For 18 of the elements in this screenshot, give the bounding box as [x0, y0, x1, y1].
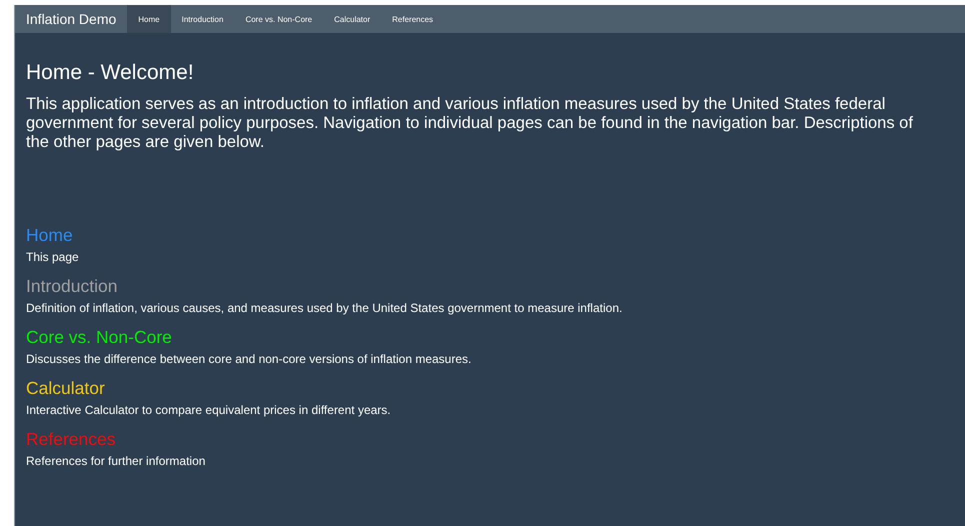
section-heading: Core vs. Non-Core [26, 326, 173, 348]
nav-tab[interactable]: References [381, 5, 444, 33]
page-title: Home - Welcome! [26, 61, 195, 85]
section-description: References for further information [26, 454, 206, 469]
nav-tab[interactable]: Core vs. Non-Core [234, 5, 324, 33]
section-description: Interactive Calculator to compare equivalent prices in different years. [26, 403, 392, 418]
nav-tab[interactable]: Home [127, 5, 171, 33]
section-heading: Home [26, 224, 74, 246]
section-description: Discusses the difference between core and non-core versions of inflation measures. [26, 352, 472, 367]
section-description: Definition of inflation, various causes, and measures used by the United States government to measure inflation. [26, 301, 624, 316]
intro-paragraph: This application serves as an introduction to inflation and various inflation measures used by the United States federal government for several policy purposes. Navigation to individual pages can be found in the navigation bar. Descriptions of the other pages are given below. [26, 95, 914, 152]
brand-title[interactable]: Inflation Demo [15, 5, 128, 33]
section-heading: Calculator [26, 377, 106, 399]
nav-tab[interactable]: Introduction [170, 5, 234, 33]
section-description: This page [26, 250, 80, 265]
section-heading: References [26, 428, 116, 450]
nav-tab[interactable]: Calculator [323, 5, 382, 33]
section-heading: Introduction [26, 275, 118, 297]
